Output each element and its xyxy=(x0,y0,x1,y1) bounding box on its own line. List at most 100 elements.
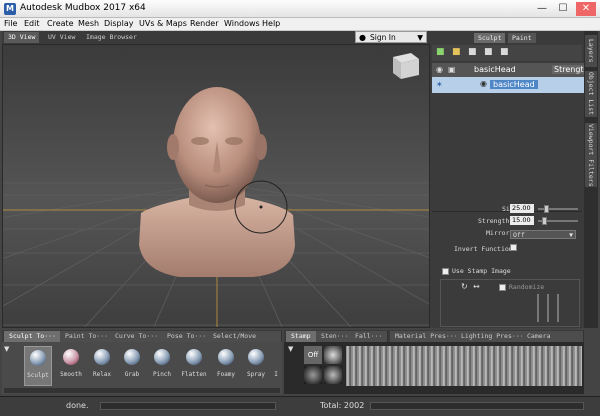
tab-lighting-presets[interactable]: Lighting Pres··· xyxy=(456,331,530,342)
mesh-icon: ◉ xyxy=(480,79,487,88)
tab-curve-tools[interactable]: Curve To··· xyxy=(110,331,165,342)
tab-sculpt-tools[interactable]: Sculpt To··· xyxy=(4,331,62,342)
layer-name: basicHead xyxy=(490,80,538,89)
tab-sculpt[interactable]: Sculpt xyxy=(474,33,506,43)
tab-stencil[interactable]: Sten··· xyxy=(316,331,355,342)
tool-smooth[interactable]: Smooth xyxy=(57,346,85,386)
menu-help[interactable]: Help xyxy=(262,19,280,28)
close-button[interactable]: ✕ xyxy=(576,2,596,16)
maximize-button[interactable]: ☐ xyxy=(553,2,573,16)
viewport-canvas[interactable] xyxy=(3,45,430,328)
size-field[interactable]: 25.00 xyxy=(510,204,534,213)
sculpt-icon xyxy=(30,350,46,366)
stamp-tray: ▼ Off xyxy=(284,342,584,394)
tab-viewport-filters[interactable]: Viewport Filters xyxy=(585,123,597,187)
user-icon: ● xyxy=(359,33,366,42)
stamp-slider-1[interactable] xyxy=(537,294,539,322)
tab-material-presets[interactable]: Material Pres··· xyxy=(390,331,464,342)
stamp-strip[interactable] xyxy=(346,346,582,386)
menu-windows[interactable]: Windows xyxy=(224,19,260,28)
mirror-label: Mirror xyxy=(486,229,510,237)
view-cube[interactable] xyxy=(393,53,419,79)
merge-layer-icon[interactable]: ■ xyxy=(484,47,493,57)
tool-label: Pinch xyxy=(152,371,172,378)
stamp-thumb[interactable] xyxy=(324,366,342,384)
folder-icon[interactable]: ■ xyxy=(452,47,461,57)
menu-file[interactable]: File xyxy=(4,19,17,28)
stamp-image-box: ↻ ↔ Randomize xyxy=(440,279,580,327)
tray-chevron-icon[interactable]: ▼ xyxy=(288,345,293,353)
layer-row-selected[interactable]: ✶ ◉ basicHead xyxy=(432,77,584,93)
bust-eye-right xyxy=(225,137,243,145)
randomize-checkbox[interactable] xyxy=(499,284,506,291)
tab-uv-view[interactable]: UV View xyxy=(44,32,79,43)
status-bar: done. Total: 2002 xyxy=(0,396,600,416)
tab-falloff[interactable]: Fall··· xyxy=(350,331,389,342)
menu-uvs-maps[interactable]: UVs & Maps xyxy=(139,19,187,28)
total-count: Total: 2002 xyxy=(320,401,365,410)
menu-display[interactable]: Display xyxy=(104,19,134,28)
tab-object-list[interactable]: Object List xyxy=(585,71,597,117)
tool-tray-scrollbar[interactable] xyxy=(4,388,280,393)
sign-in-dropdown[interactable]: ● Sign In ▼ xyxy=(355,31,427,43)
tab-paint[interactable]: Paint xyxy=(508,33,536,43)
invert-function-checkbox[interactable] xyxy=(510,244,517,251)
tool-pinch[interactable]: Pinch xyxy=(148,346,176,386)
status-message: done. xyxy=(66,401,89,410)
status-field xyxy=(370,402,584,410)
app-logo-icon: M xyxy=(4,3,16,15)
bust-ear-right xyxy=(255,134,267,160)
menu-edit[interactable]: Edit xyxy=(24,19,40,28)
new-layer-icon[interactable]: ■ xyxy=(436,47,445,57)
strength-field[interactable]: 15.00 xyxy=(510,216,534,225)
mirror-dropdown[interactable]: Off ▼ xyxy=(510,230,576,239)
tab-camera-bookmarks[interactable]: Camera Bookma··· xyxy=(522,331,584,351)
use-stamp-checkbox[interactable] xyxy=(442,268,449,275)
tool-tray-tabs: Sculpt To··· Paint To··· Curve To··· Pos… xyxy=(2,330,282,351)
chevron-down-icon: ▼ xyxy=(417,33,423,42)
tab-select-move-tools[interactable]: Select/Move To··· xyxy=(208,331,282,351)
menu-create[interactable]: Create xyxy=(47,19,74,28)
layers-header: ◉ ▣ basicHead Strength xyxy=(432,63,591,77)
size-slider-knob[interactable] xyxy=(544,205,549,213)
tab-stamp[interactable]: Stamp xyxy=(286,331,317,342)
lock-icon: ▣ xyxy=(448,65,456,74)
layer-header-name: basicHead xyxy=(474,65,516,74)
tool-spray[interactable]: Spray xyxy=(242,346,270,386)
smooth-icon xyxy=(63,349,79,365)
tool-flatten[interactable]: Flatten xyxy=(180,346,208,386)
tool-label: Sculpt xyxy=(27,372,49,379)
menu-bar: File Edit Create Mesh Display UVs & Maps… xyxy=(0,18,600,31)
stamp-slider-3[interactable] xyxy=(557,294,559,322)
rotate-icon[interactable]: ↻ xyxy=(461,282,468,291)
tool-grab[interactable]: Grab xyxy=(118,346,146,386)
tool-relax[interactable]: Relax xyxy=(88,346,116,386)
stamp-slider-2[interactable] xyxy=(547,294,549,322)
tray-chevron-icon[interactable]: ▼ xyxy=(4,345,9,353)
tool-label: Flatten xyxy=(181,371,207,378)
stamp-off-button[interactable]: Off xyxy=(304,346,322,364)
tool-more[interactable]: I xyxy=(270,346,282,386)
stamp-thumb[interactable] xyxy=(304,366,322,384)
foamy-icon xyxy=(218,349,234,365)
tab-layers[interactable]: Layers xyxy=(585,35,597,67)
menu-mesh[interactable]: Mesh xyxy=(78,19,99,28)
strength-label: Strength xyxy=(478,217,510,225)
flip-icon[interactable]: ↔ xyxy=(473,282,480,291)
tab-paint-tools[interactable]: Paint To··· xyxy=(60,331,115,342)
minimize-button[interactable]: — xyxy=(532,2,552,16)
eye-icon: ◉ xyxy=(436,65,443,74)
visibility-icon[interactable]: ✶ xyxy=(436,80,443,89)
viewport-3d[interactable] xyxy=(2,44,430,328)
chevron-down-icon: ▼ xyxy=(569,231,573,239)
tab-pose-tools[interactable]: Pose To··· xyxy=(162,331,213,342)
tool-foamy[interactable]: Foamy xyxy=(212,346,240,386)
menu-render[interactable]: Render xyxy=(190,19,218,28)
duplicate-layer-icon[interactable]: ■ xyxy=(468,47,477,57)
strength-slider-knob[interactable] xyxy=(542,217,547,225)
tool-sculpt[interactable]: Sculpt xyxy=(24,346,52,386)
delete-layer-icon[interactable]: ■ xyxy=(500,47,509,57)
stamp-thumb[interactable] xyxy=(324,346,342,364)
tab-3d-view[interactable]: 3D View xyxy=(4,32,40,43)
tab-image-browser[interactable]: Image Browser xyxy=(82,32,141,43)
